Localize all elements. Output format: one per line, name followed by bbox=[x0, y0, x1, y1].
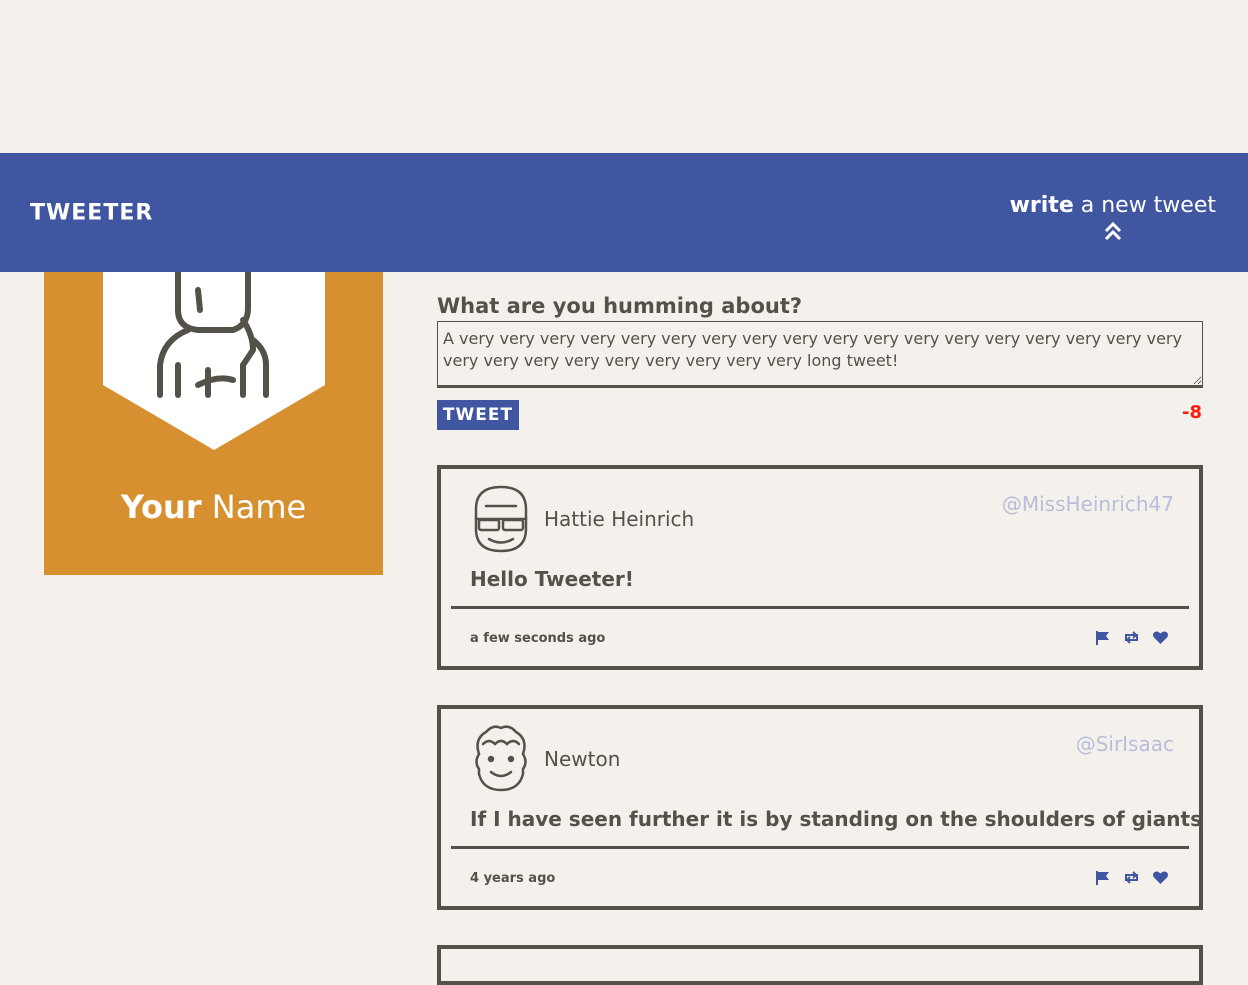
compose-toggle[interactable]: write a new tweet bbox=[1010, 193, 1216, 242]
tweet-author-name: Newton bbox=[544, 747, 621, 771]
tweet-timestamp: 4 years ago bbox=[470, 871, 556, 886]
tweet-card: Newton @SirIsaac If I have seen further … bbox=[437, 705, 1203, 910]
profile-name: Your Name bbox=[44, 488, 383, 526]
tweet-card: Hattie Heinrich @MissHeinrich47 Hello Tw… bbox=[437, 465, 1203, 670]
tweet-card-partial bbox=[437, 945, 1203, 985]
retweet-icon[interactable] bbox=[1123, 869, 1140, 886]
tweet-actions bbox=[1094, 629, 1169, 646]
user-avatar-icon bbox=[475, 725, 527, 792]
tweet-author-handle: @SirIsaac bbox=[1075, 732, 1174, 756]
tweet-content: Hello Tweeter! bbox=[470, 567, 634, 591]
double-chevron-up-icon bbox=[1104, 221, 1121, 241]
profile-last-name: Name bbox=[201, 488, 307, 526]
compose-label-rest: a new tweet bbox=[1073, 193, 1216, 218]
character-counter: -8 bbox=[1182, 402, 1202, 423]
tweet-author-handle: @MissHeinrich47 bbox=[1001, 492, 1174, 516]
tweet-textarea[interactable]: A very very very very very very very ver… bbox=[437, 321, 1203, 388]
tweet-actions bbox=[1094, 869, 1169, 886]
heart-icon[interactable] bbox=[1152, 629, 1169, 646]
brand-logo[interactable]: TWEETER bbox=[30, 201, 153, 226]
flag-icon[interactable] bbox=[1094, 869, 1111, 886]
flag-icon[interactable] bbox=[1094, 629, 1111, 646]
tweet-button[interactable]: TWEET bbox=[437, 400, 519, 430]
retweet-icon[interactable] bbox=[1123, 629, 1140, 646]
tweet-timestamp: a few seconds ago bbox=[470, 631, 606, 646]
heart-icon[interactable] bbox=[1152, 869, 1169, 886]
tweet-content: If I have seen further it is by standing… bbox=[470, 807, 1202, 831]
profile-first-name: Your bbox=[120, 488, 202, 526]
composer-label: What are you humming about? bbox=[437, 294, 803, 318]
user-avatar-icon bbox=[474, 485, 528, 553]
tweet-author-name: Hattie Heinrich bbox=[544, 507, 695, 531]
compose-label-bold: write bbox=[1009, 193, 1074, 218]
tweet-divider bbox=[451, 846, 1189, 849]
top-nav: TWEETER write a new tweet bbox=[0, 153, 1248, 272]
tweet-divider bbox=[451, 606, 1189, 609]
